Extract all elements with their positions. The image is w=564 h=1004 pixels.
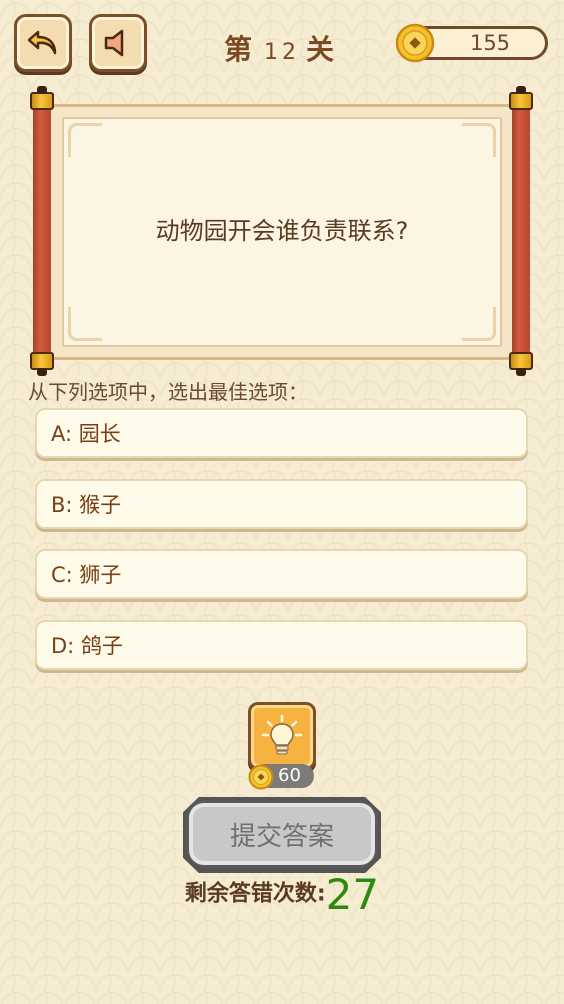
submit-button[interactable]: 提交答案 xyxy=(186,800,378,868)
scroll-rod-right xyxy=(509,86,533,376)
level-prefix: 第 xyxy=(223,33,258,66)
option-d[interactable]: D: 鸽子 xyxy=(35,620,528,670)
remaining-errors: 剩余答错次数:27 xyxy=(0,870,564,919)
question-text: 动物园开会谁负责联系? xyxy=(155,216,409,245)
coin-icon xyxy=(395,23,435,63)
option-a[interactable]: A: 园长 xyxy=(35,408,528,458)
corner-ornament xyxy=(462,123,496,157)
scroll-rod-left xyxy=(30,86,54,376)
question-panel: 动物园开会谁负责联系? xyxy=(62,117,502,347)
option-b[interactable]: B: 猴子 xyxy=(35,479,528,529)
option-label: D: 鸽子 xyxy=(51,634,123,658)
corner-ornament xyxy=(68,307,102,341)
corner-ornament xyxy=(68,123,102,157)
coin-icon xyxy=(248,764,274,790)
hint-button[interactable] xyxy=(248,702,316,770)
submit-label: 提交答案 xyxy=(229,821,334,852)
level-number: 12 xyxy=(264,40,300,65)
level-suffix: 关 xyxy=(306,33,341,66)
coin-count: 155 xyxy=(469,31,511,55)
option-label: C: 狮子 xyxy=(51,563,122,587)
instruction-text: 从下列选项中，选出最佳选项： xyxy=(28,380,308,404)
remaining-label: 剩余答错次数: xyxy=(184,881,326,907)
option-label: A: 园长 xyxy=(51,422,121,446)
remaining-count: 27 xyxy=(325,870,380,919)
option-label: B: 猴子 xyxy=(51,493,122,517)
hint-cost: 60 xyxy=(278,765,301,786)
option-c[interactable]: C: 狮子 xyxy=(35,549,528,599)
corner-ornament xyxy=(462,307,496,341)
question-scroll: 动物园开会谁负责联系? xyxy=(50,104,514,360)
lightbulb-icon xyxy=(261,714,303,755)
